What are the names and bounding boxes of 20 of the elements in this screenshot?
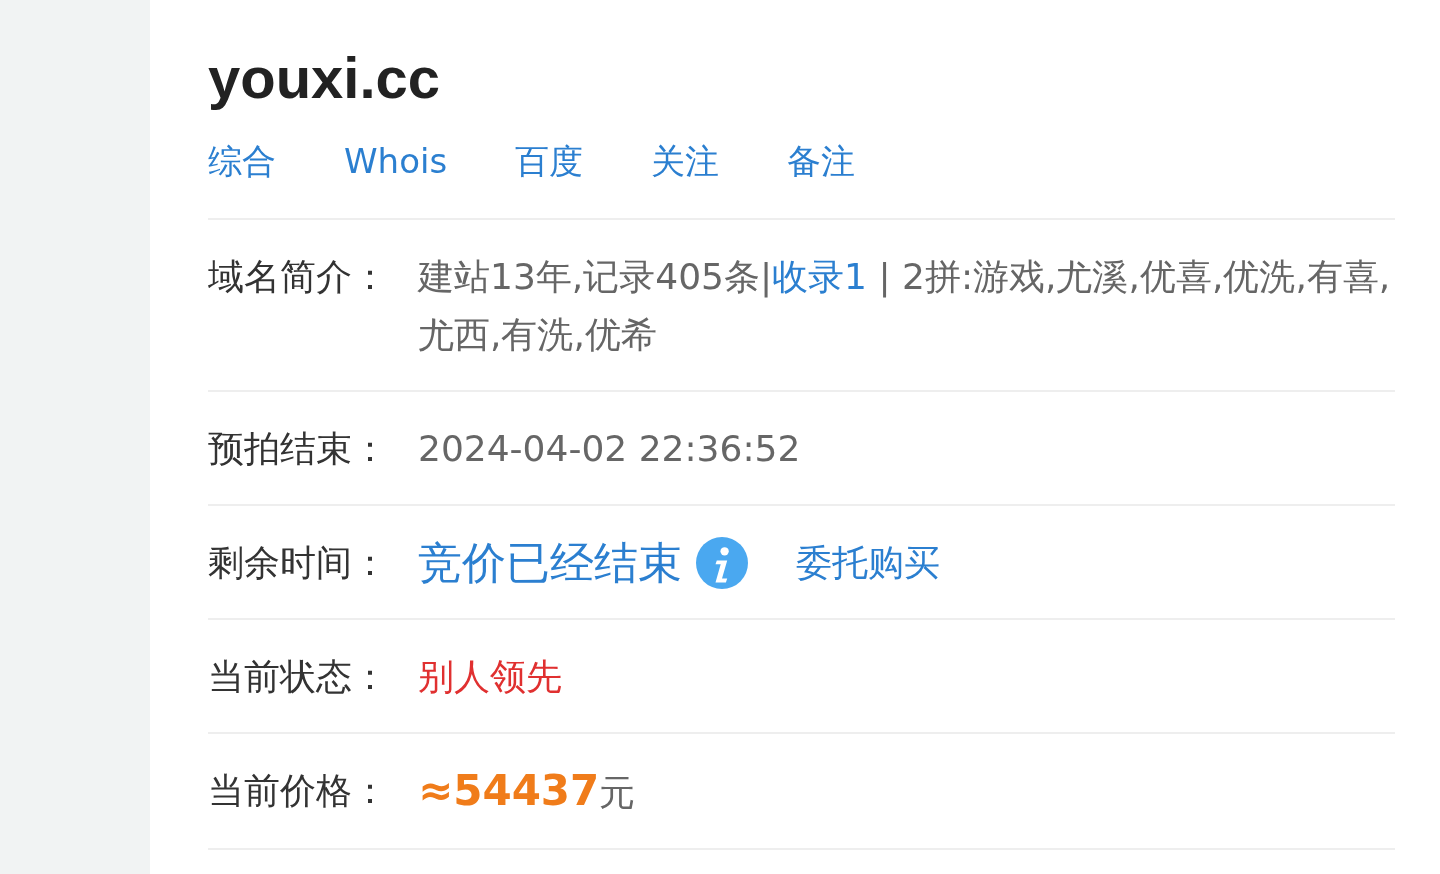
entrust-buy-link[interactable]: 委托购买 bbox=[796, 534, 940, 592]
index-link[interactable]: 收录1 bbox=[772, 256, 867, 297]
info-icon[interactable] bbox=[696, 537, 748, 589]
domain-intro: 建站13年,记录405条|收录1 | 2拼:游戏,尤溪,优喜,优洗,有喜,尤西,有洗,优希 bbox=[418, 255, 1392, 357]
tab-link[interactable]: 综合 bbox=[208, 136, 276, 186]
tab-link[interactable]: 备注 bbox=[787, 136, 856, 186]
domain-title: youxi.cc bbox=[208, 44, 442, 112]
field-label: 剩余时间： bbox=[208, 541, 389, 585]
end-time: 2024-04-02 22:36:52 bbox=[418, 427, 802, 471]
status-value: 别人领先 bbox=[418, 655, 563, 699]
field-label: 预拍结束： bbox=[208, 427, 389, 471]
tab-link[interactable]: Whois bbox=[344, 136, 448, 186]
remaining-status: 竞价已经结束 bbox=[418, 536, 682, 590]
field-label: 当前价格： bbox=[208, 769, 389, 813]
field-label: 域名简介： bbox=[208, 255, 389, 299]
price-amount: ≈54437 bbox=[418, 766, 600, 815]
price-unit: 元 bbox=[599, 772, 636, 813]
tab-link[interactable]: 关注 bbox=[651, 136, 720, 186]
tab-link[interactable]: 百度 bbox=[515, 136, 584, 186]
field-label: 当前状态： bbox=[208, 655, 389, 699]
